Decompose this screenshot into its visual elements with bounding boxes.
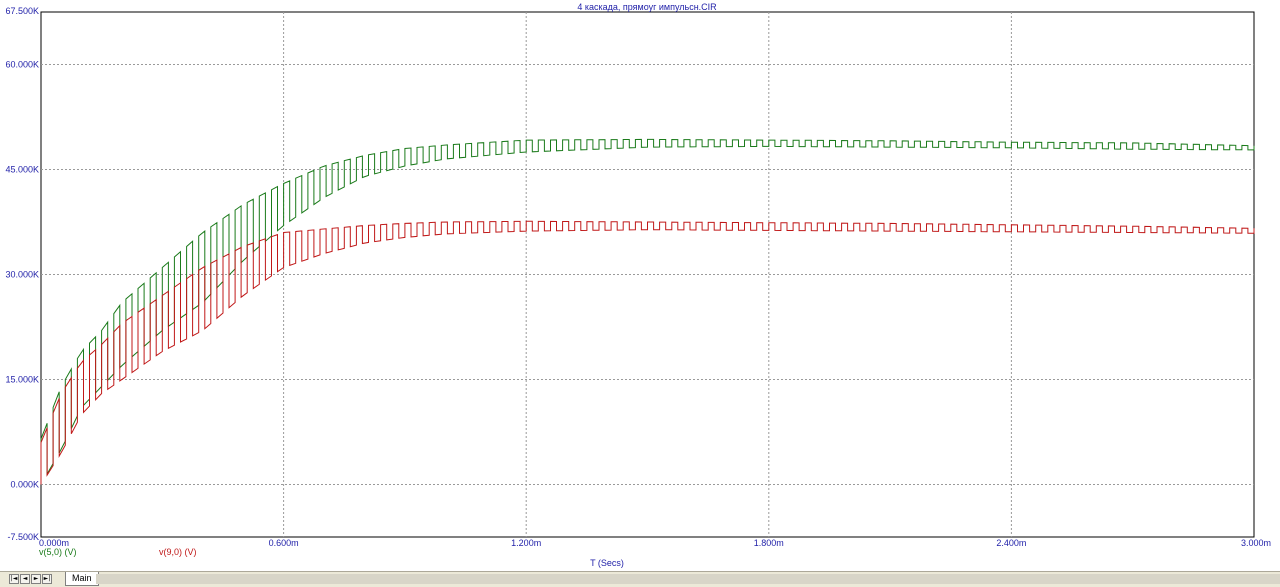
x-tick-label: 1.200m — [511, 538, 541, 548]
first-tab-button[interactable]: |◄ — [9, 574, 19, 584]
y-tick-label: 15.000K — [5, 375, 39, 385]
previous-tab-button[interactable]: ◄ — [20, 574, 30, 584]
y-tick-label: 67.500K — [5, 6, 39, 16]
sheet-tab-bar: |◄ ◄ ► ►| Main — [0, 571, 1280, 587]
y-tick-label: 30.000K — [5, 270, 39, 280]
next-tab-button[interactable]: ► — [31, 574, 41, 584]
x-tick-label: 1.800m — [754, 538, 784, 548]
legend-entry-v5: v(5,0) (V) — [39, 547, 77, 557]
tab-strip-scroll-area[interactable] — [96, 574, 1280, 584]
transient-plot[interactable]: 67.500K 60.000K 45.000K 30.000K 15.000K 0.000… — [0, 0, 1280, 571]
legend-entry-v9: v(9,0) (V) — [159, 547, 197, 557]
chart-title: 4 каскада, прямоуг импульсн.CIR — [577, 2, 717, 12]
y-axis-ticks: 67.500K 60.000K 45.000K 30.000K 15.000K 0.000… — [5, 6, 39, 542]
y-tick-label: 0.000K — [10, 480, 39, 490]
tab-main[interactable]: Main — [65, 572, 99, 586]
x-tick-label: 2.400m — [996, 538, 1026, 548]
y-tick-label: 45.000K — [5, 165, 39, 175]
x-axis-label: T (Secs) — [590, 558, 624, 568]
last-tab-button[interactable]: ►| — [42, 574, 52, 584]
x-tick-label: 0.600m — [269, 538, 299, 548]
x-axis-ticks: 0.000m 0.600m 1.200m 1.800m 2.400m 3.000m — [39, 538, 1271, 548]
y-tick-label: 60.000K — [5, 60, 39, 70]
y-tick-label: -7.500K — [7, 532, 39, 542]
x-tick-label: 3.000m — [1241, 538, 1271, 548]
